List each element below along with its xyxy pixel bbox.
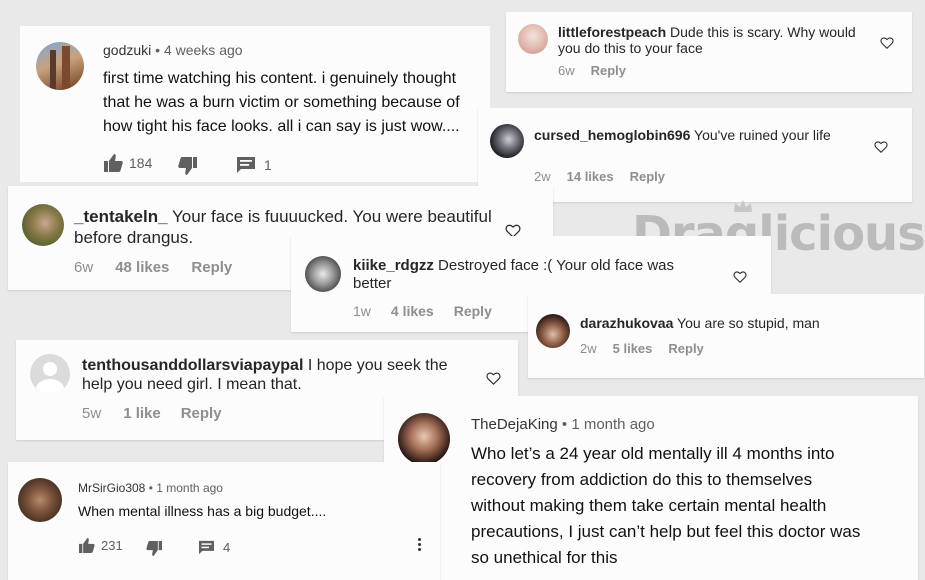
- comment-thedejaking: TheDejaKing • 1 month ago Who let’s a 24…: [384, 396, 918, 580]
- avatar[interactable]: [30, 354, 70, 394]
- username[interactable]: TheDejaKing: [471, 416, 558, 433]
- heart-icon[interactable]: [880, 36, 894, 50]
- comment-line: When mental illness has a big budget....: [78, 503, 327, 519]
- avatar[interactable]: [518, 24, 548, 54]
- comment-meta: 1w 4 likes Reply: [353, 303, 508, 319]
- avatar[interactable]: [305, 256, 341, 292]
- like-count: 184: [129, 155, 153, 171]
- comment-line: precautions, I just can’t help but feel …: [471, 522, 861, 541]
- heart-icon[interactable]: [733, 270, 747, 284]
- comment-icon: [237, 157, 255, 173]
- comment-age[interactable]: 1w: [353, 303, 371, 319]
- comment-header: godzuki • 4 weeks ago: [103, 42, 243, 58]
- comment-line: without making them take certain mental …: [471, 496, 827, 515]
- username[interactable]: littleforestpeach: [558, 24, 666, 40]
- thumbs-up-icon: [79, 538, 95, 553]
- comment-text: When mental illness has a big budget....: [78, 502, 326, 520]
- comment-text: first time watching his content. i genui…: [103, 67, 460, 139]
- username[interactable]: cursed_hemoglobin696: [534, 127, 690, 143]
- reply-link[interactable]: Reply: [668, 341, 703, 356]
- like-count[interactable]: 1 like: [123, 405, 161, 422]
- avatar[interactable]: [536, 314, 570, 348]
- comment-darazhukovaa: darazhukovaa You are so stupid, man 2w 5 …: [528, 294, 924, 378]
- comment-line: Who let’s a 24 year old mentally ill 4 m…: [471, 444, 835, 463]
- comment-age[interactable]: 6w: [74, 259, 93, 276]
- comment-line: how tight his face looks. all i can say …: [103, 118, 460, 135]
- separator-dot: •: [155, 42, 161, 58]
- dislike-button[interactable]: [178, 157, 198, 175]
- reply-link[interactable]: Reply: [181, 405, 222, 422]
- avatar[interactable]: [36, 42, 84, 90]
- thumbs-down-icon: [178, 157, 197, 175]
- comment-body: littleforestpeach Dude this is scary. Wh…: [558, 24, 858, 56]
- comment-body: darazhukovaa You are so stupid, man: [580, 315, 900, 331]
- avatar[interactable]: [490, 124, 524, 158]
- reply-link[interactable]: Reply: [591, 63, 626, 78]
- reply-count: 1: [264, 157, 272, 173]
- avatar[interactable]: [18, 478, 62, 522]
- heart-icon[interactable]: [874, 140, 888, 154]
- comment-line: recovery from addiction do this to thems…: [471, 470, 813, 489]
- more-options-icon[interactable]: [418, 538, 422, 554]
- like-button[interactable]: 231: [78, 538, 123, 553]
- comment-meta: 2w 14 likes Reply: [534, 169, 681, 184]
- comment-body: tenthousanddollarsviapaypal I hope you s…: [82, 356, 472, 394]
- like-count[interactable]: 5 likes: [613, 341, 653, 356]
- comment-mrsirgio308: MrSirGio308 • 1 month ago When mental il…: [8, 462, 440, 580]
- comment-age[interactable]: 5w: [82, 405, 101, 422]
- default-avatar-head: [43, 362, 57, 376]
- dislike-button[interactable]: [146, 541, 163, 556]
- comment-godzuki: godzuki • 4 weeks ago first time watchin…: [20, 26, 490, 182]
- thumbs-up-icon: [104, 154, 123, 172]
- reply-link[interactable]: Reply: [191, 259, 232, 276]
- avatar[interactable]: [22, 204, 64, 246]
- thumbs-down-icon: [146, 541, 162, 556]
- comment-meta: 6w 48 likes Reply: [74, 259, 248, 276]
- reply-link[interactable]: Reply: [630, 169, 665, 184]
- like-count[interactable]: 14 likes: [567, 169, 614, 184]
- default-avatar-body: [36, 379, 64, 394]
- username[interactable]: darazhukovaa: [580, 315, 673, 331]
- avatar[interactable]: [398, 413, 450, 465]
- comment-text: You are so stupid, man: [677, 315, 820, 331]
- timestamp[interactable]: 4 weeks ago: [164, 42, 243, 58]
- separator-dot: •: [561, 416, 568, 433]
- comment-age[interactable]: 6w: [558, 63, 575, 78]
- comment-icon: [199, 540, 214, 555]
- comment-text: Who let’s a 24 year old mentally ill 4 m…: [471, 441, 860, 571]
- comment-body: kiike_rdgzz Destroyed face :( Your old f…: [353, 257, 713, 293]
- comment-header: MrSirGio308 • 1 month ago: [78, 481, 223, 495]
- like-count[interactable]: 4 likes: [391, 303, 434, 319]
- comment-header: TheDejaKing • 1 month ago: [471, 416, 655, 433]
- username[interactable]: kiike_rdgzz: [353, 257, 434, 274]
- timestamp[interactable]: 1 month ago: [571, 416, 654, 433]
- like-count[interactable]: 48 likes: [115, 259, 169, 276]
- like-button[interactable]: 184: [103, 154, 152, 172]
- comment-age[interactable]: 2w: [534, 169, 551, 184]
- comment-body: cursed_hemoglobin696 You've ruined your …: [534, 127, 834, 143]
- comment-line: first time watching his content. i genui…: [103, 70, 457, 87]
- comment-text: You've ruined your life: [694, 127, 831, 143]
- like-count: 231: [101, 538, 123, 553]
- comment-meta: 5w 1 like Reply: [82, 405, 238, 422]
- username[interactable]: tenthousanddollarsviapaypal: [82, 357, 303, 374]
- comment-meta: 6w Reply: [558, 63, 642, 78]
- reply-button[interactable]: 4: [198, 540, 230, 555]
- comment-littleforestpeach: littleforestpeach Dude this is scary. Wh…: [506, 12, 912, 92]
- comment-age[interactable]: 2w: [580, 341, 597, 356]
- username[interactable]: _tentakeln_: [74, 207, 168, 226]
- comment-line: so unethical for this: [471, 548, 618, 567]
- username[interactable]: MrSirGio308: [78, 481, 145, 495]
- username[interactable]: godzuki: [103, 42, 151, 58]
- comment-line: that he was a burn victim or something b…: [103, 94, 460, 111]
- reply-link[interactable]: Reply: [454, 303, 492, 319]
- reply-button[interactable]: 1: [236, 156, 272, 174]
- comment-meta: 2w 5 likes Reply: [580, 341, 720, 356]
- heart-icon[interactable]: [486, 371, 501, 386]
- separator-dot: •: [148, 481, 153, 495]
- timestamp[interactable]: 1 month ago: [156, 481, 223, 495]
- reply-count: 4: [223, 540, 231, 555]
